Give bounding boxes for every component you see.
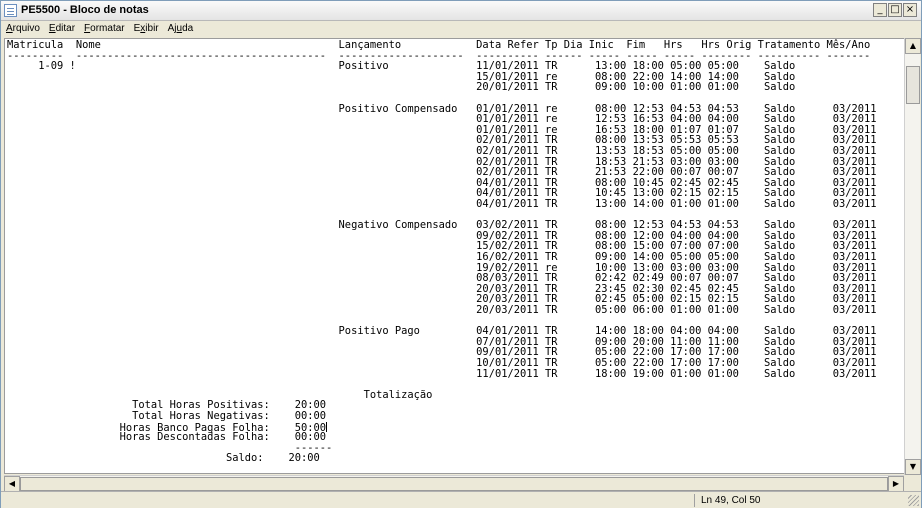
document-line: Saldo: 20:00 [7,452,320,465]
menu-ajuda-label-rest: da [182,23,194,34]
document-line: 11/01/2011 TR 18:00 19:00 01:00 01:00 Sa… [7,367,877,380]
resize-grip-icon[interactable] [908,495,919,506]
title-bar[interactable]: PE5500 - Bloco de notas _ □ × [1,1,921,21]
horizontal-scrollbar[interactable]: ◀ ▶ [4,475,904,492]
text-caret [326,421,328,432]
menu-arquivo-accelerator: A [6,23,13,34]
menu-editar-label-rest: ditar [55,23,76,34]
menu-formatar[interactable]: Formatar [79,21,129,38]
menu-formatar-label-rest: ormatar [90,23,125,34]
cursor-position: Ln 49, Col 50 [694,494,904,507]
vertical-scroll-thumb[interactable] [906,66,920,104]
window-controls: _ □ × [873,3,917,17]
scroll-down-arrow-icon[interactable]: ▼ [905,459,921,475]
menu-exibir-label-rest: ibir [145,23,159,34]
window-title: PE5500 - Bloco de notas [21,4,149,16]
scroll-right-arrow-icon[interactable]: ▶ [888,476,904,492]
vertical-scrollbar[interactable]: ▲ ▼ [904,38,921,475]
text-editor-area[interactable]: Matricula Nome Lançamento Data Refer Tp … [4,38,907,474]
menu-ajuda[interactable]: Ajuda [163,21,198,38]
menu-ajuda-label: Aj [167,23,177,34]
menu-arquivo[interactable]: Arquivo [1,21,44,38]
menu-bar: Arquivo Editar Formatar Exibir Ajuda [1,21,921,38]
notepad-app-icon [4,4,17,17]
document-line: 04/01/2011 TR 13:00 14:00 01:00 01:00 Sa… [7,198,877,210]
document-line: 20/01/2011 TR 09:00 10:00 01:00 01:00 Sa… [7,81,796,94]
document-line: Total Horas Negativas: 00:00 [7,410,327,422]
scroll-left-arrow-icon[interactable]: ◀ [4,476,20,492]
close-button[interactable]: × [903,3,917,17]
notepad-window: PE5500 - Bloco de notas _ □ × Arquivo Ed… [0,0,922,508]
menu-editar-accelerator: E [48,23,56,34]
menu-editar[interactable]: Editar [44,21,79,38]
maximize-button[interactable]: □ [888,3,902,17]
document-line: 20/03/2011 TR 05:00 06:00 01:00 01:00 Sa… [7,304,877,316]
minimize-button[interactable]: _ [873,3,887,17]
scroll-up-arrow-icon[interactable]: ▲ [905,38,921,54]
status-bar: Ln 49, Col 50 [1,491,921,508]
menu-exibir[interactable]: Exibir [129,21,163,38]
menu-arquivo-label-rest: rquivo [12,23,40,34]
horizontal-scroll-thumb[interactable] [20,477,888,491]
